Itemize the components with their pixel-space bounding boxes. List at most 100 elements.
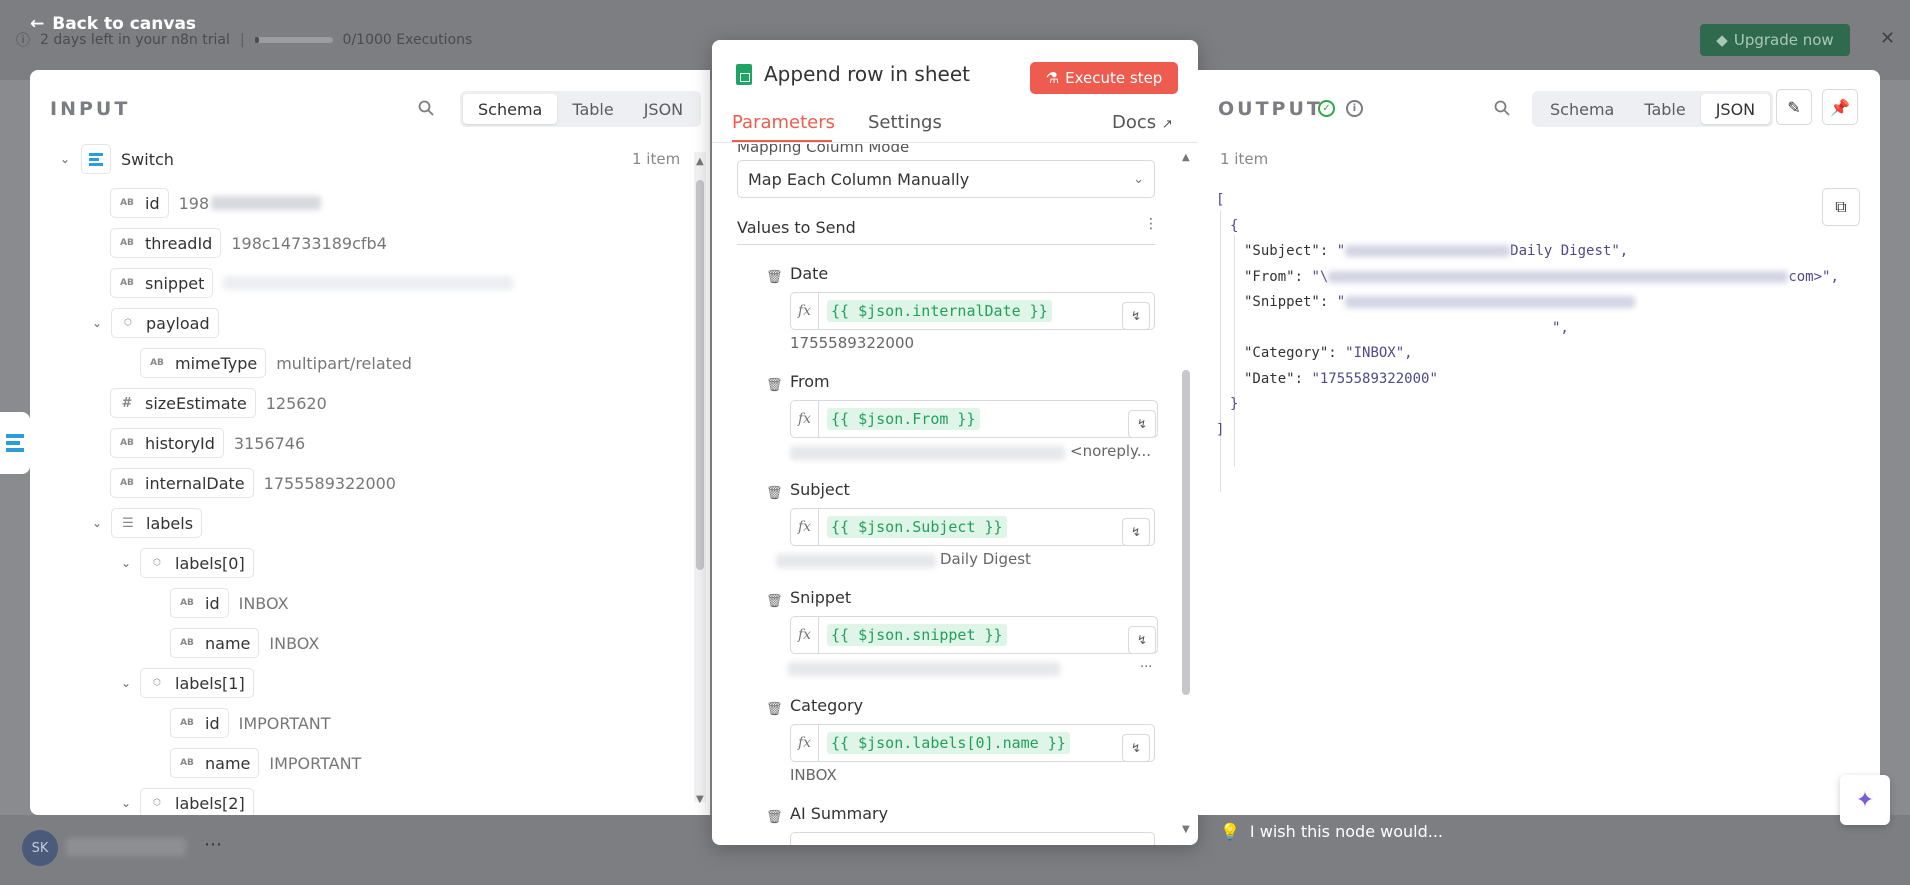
field-pill[interactable]: AB id	[110, 188, 169, 218]
chevron-down-icon[interactable]: ⌄	[55, 152, 75, 166]
expression-input-date[interactable]: fx {{ $json.internalDate }}	[790, 292, 1155, 330]
expression-input-snippet[interactable]: fx {{ $json.snippet }}	[790, 616, 1158, 654]
json-key: "Snippet":	[1244, 294, 1329, 310]
input-scroll-thumb[interactable]	[696, 180, 704, 570]
tab-table[interactable]: Table	[1629, 94, 1700, 124]
field-row-object[interactable]: ⌄ ⬡ labels[0]	[116, 548, 254, 578]
expression-input-subject[interactable]: fx {{ $json.Subject }}	[790, 508, 1155, 546]
trash-icon[interactable]: 🗑	[766, 594, 783, 609]
arrow-left-icon: ←	[30, 14, 45, 34]
trash-icon[interactable]: 🗑	[766, 486, 783, 501]
field-row[interactable]: AB name IMPORTANT	[170, 748, 361, 778]
upgrade-button[interactable]: ◆ Upgrade now	[1700, 24, 1850, 56]
expression-input-category[interactable]: fx {{ $json.labels[0].name }}	[790, 724, 1155, 762]
tab-settings[interactable]: Settings	[868, 112, 942, 133]
expand-expression-icon[interactable]: ↯	[1122, 734, 1150, 762]
input-view-tabs: Schema Table JSON	[460, 91, 702, 127]
tree-node-switch[interactable]: ⌄ Switch	[55, 144, 174, 174]
tab-schema[interactable]: Schema	[1535, 94, 1629, 124]
kebab-menu-icon[interactable]: ⋮	[1144, 216, 1158, 232]
fx-icon: fx	[791, 509, 819, 545]
chevron-down-icon[interactable]: ⌄	[87, 316, 107, 330]
node-title[interactable]: Append row in sheet	[764, 62, 970, 86]
close-icon[interactable]: ✕	[1880, 28, 1895, 49]
tab-parameters[interactable]: Parameters	[732, 112, 835, 133]
docs-link[interactable]: Docs ↗	[1112, 112, 1173, 133]
scroll-down-icon[interactable]: ▼	[1182, 824, 1190, 835]
parameters-scroll-thumb[interactable]	[1182, 370, 1190, 695]
execute-step-button[interactable]: ⚗ Execute step	[1030, 62, 1178, 94]
chevron-down-icon[interactable]: ⌄	[116, 676, 136, 690]
field-row[interactable]: # sizeEstimate 125620	[110, 388, 327, 418]
tab-json[interactable]: JSON	[629, 94, 698, 124]
avatar[interactable]: SK	[22, 830, 58, 866]
back-label: Back to canvas	[52, 14, 197, 34]
redacted-value	[211, 196, 322, 210]
field-row[interactable]: AB id INBOX	[170, 588, 289, 618]
field-row-object[interactable]: ⌄ ⬡ payload	[87, 308, 219, 338]
field-row-object[interactable]: ⌄ ⬡ labels[2]	[116, 788, 254, 815]
edit-pencil-icon[interactable]: ✎	[1776, 89, 1812, 125]
field-pill[interactable]: ⬡ payload	[111, 308, 219, 338]
tab-table[interactable]: Table	[557, 94, 628, 124]
info-icon[interactable]: i	[1346, 100, 1363, 117]
field-row[interactable]: AB name INBOX	[170, 628, 319, 658]
expand-expression-icon[interactable]: ↯	[1128, 626, 1156, 654]
field-row[interactable]: AB id IMPORTANT	[170, 708, 331, 738]
back-to-canvas-button[interactable]: ← Back to canvas	[30, 14, 196, 34]
expand-expression-icon[interactable]: ↯	[1122, 518, 1150, 546]
search-icon[interactable]	[1494, 100, 1510, 120]
expand-expression-icon[interactable]: ↯	[1122, 302, 1150, 330]
field-row[interactable]: AB threadId 198c14733189cfb4	[110, 228, 387, 258]
expression-input-from[interactable]: fx {{ $json.From }}	[790, 400, 1158, 438]
trial-text: 2 days left in your n8n trial	[40, 32, 230, 48]
field-pill[interactable]: # sizeEstimate	[110, 388, 256, 418]
field-pill[interactable]: ☰ labels	[111, 508, 203, 538]
pin-icon[interactable]: 📌	[1822, 89, 1858, 125]
field-pill[interactable]: AB internalDate	[110, 468, 254, 498]
chevron-down-icon[interactable]: ⌄	[87, 516, 107, 530]
more-options-icon[interactable]: ⋯	[204, 834, 222, 855]
field-pill[interactable]: ⬡ labels[2]	[140, 788, 254, 815]
field-row[interactable]: AB historyId 3156746	[110, 428, 305, 458]
field-pill[interactable]: AB name	[170, 628, 260, 658]
field-row-list[interactable]: ⌄ ☰ labels	[87, 508, 203, 538]
field-row-object[interactable]: ⌄ ⬡ labels[1]	[116, 668, 254, 698]
field-row[interactable]: AB mimeType multipart/related	[140, 348, 412, 378]
field-row[interactable]: AB id 198	[110, 188, 322, 218]
tab-schema[interactable]: Schema	[463, 94, 558, 124]
json-viewer[interactable]: [ { "Subject": " Daily Digest", "From": "…	[1216, 188, 1839, 443]
field-row[interactable]: AB internalDate 1755589322000	[110, 468, 396, 498]
json-key: "Category":	[1244, 345, 1337, 361]
field-pill[interactable]: AB snippet	[110, 268, 214, 298]
feedback-link[interactable]: 💡 I wish this node would...	[1220, 822, 1443, 841]
field-pill[interactable]: AB mimeType	[140, 348, 267, 378]
field-pill[interactable]: AB historyId	[110, 428, 224, 458]
field-pill[interactable]: AB id	[170, 588, 229, 618]
trash-icon[interactable]: 🗑	[766, 378, 783, 393]
string-type-icon: AB	[180, 758, 194, 768]
flask-icon: ⚗	[1045, 69, 1060, 87]
expression-input-ai-summary[interactable]	[790, 832, 1155, 845]
scroll-down-icon[interactable]: ▼	[696, 794, 704, 805]
field-pill[interactable]: AB name	[170, 748, 260, 778]
trash-icon[interactable]: 🗑	[766, 810, 783, 825]
tab-json[interactable]: JSON	[1700, 94, 1771, 124]
expand-expression-icon[interactable]: ↯	[1128, 410, 1156, 438]
trash-icon[interactable]: 🗑	[766, 270, 783, 285]
field-row[interactable]: AB snippet	[110, 268, 514, 298]
field-pill[interactable]: AB id	[170, 708, 229, 738]
field-pill[interactable]: ⬡ labels[0]	[140, 548, 254, 578]
ai-assistant-sparkle-icon[interactable]: ✦	[1840, 775, 1890, 825]
mapping-mode-select[interactable]: Map Each Column Manually ⌄	[737, 160, 1155, 198]
scroll-up-icon[interactable]: ▲	[1182, 152, 1190, 163]
field-pill[interactable]: ⬡ labels[1]	[140, 668, 254, 698]
scroll-up-icon[interactable]: ▲	[696, 156, 704, 167]
chevron-down-icon[interactable]: ⌄	[116, 556, 136, 570]
trash-icon[interactable]: 🗑	[766, 702, 783, 717]
chevron-down-icon[interactable]: ⌄	[116, 796, 136, 810]
search-icon[interactable]	[418, 100, 434, 120]
field-pill[interactable]: AB threadId	[110, 228, 222, 258]
switch-node-tab[interactable]	[0, 412, 30, 474]
redacted-value	[1345, 296, 1636, 308]
